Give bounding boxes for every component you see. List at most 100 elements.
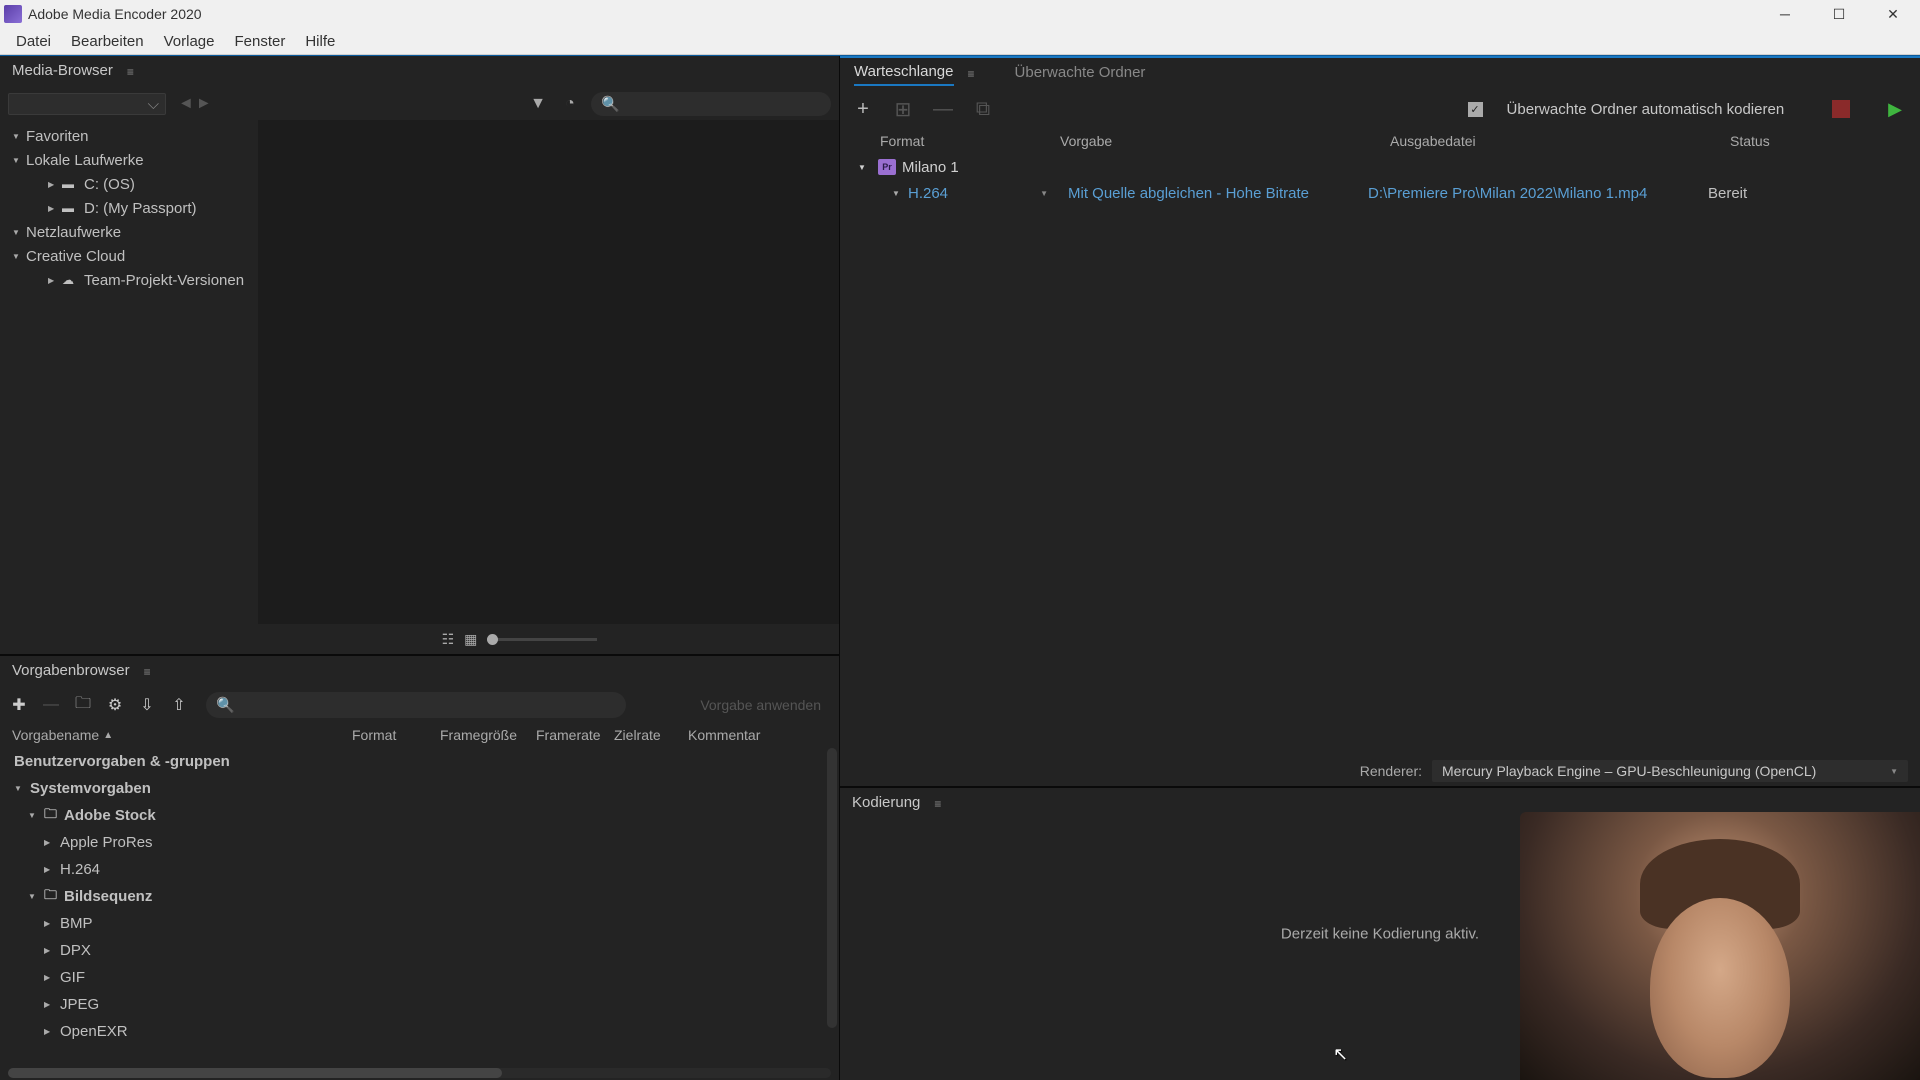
nav-back-icon[interactable]: ◄ [178, 95, 194, 113]
preset-openexr: ▶OpenEXR [0, 1018, 839, 1045]
renderer-dropdown[interactable]: Mercury Playback Engine – GPU-Beschleuni… [1432, 760, 1908, 782]
new-group-icon[interactable]: 🗀 [72, 692, 94, 719]
output-path[interactable]: D:\Premiere Pro\Milan 2022\Milano 1.mp4 [1368, 185, 1708, 202]
thumbnail-size-slider[interactable] [487, 638, 597, 641]
menu-window[interactable]: Fenster [224, 30, 295, 53]
media-browser-title[interactable]: Media-Browser [12, 62, 113, 82]
preset-h-scrollbar[interactable] [8, 1068, 831, 1078]
preset-jpeg: ▶JPEG [0, 991, 839, 1018]
export-preset-icon[interactable]: ⇧ [168, 695, 190, 715]
search-icon: 🔍 [601, 95, 620, 113]
preset-bmp: ▶BMP [0, 910, 839, 937]
premiere-icon: Pr [878, 159, 896, 175]
start-queue-button[interactable]: ▶ [1888, 99, 1902, 120]
menubar: Datei Bearbeiten Vorlage Fenster Hilfe [0, 28, 1920, 55]
header-framerate[interactable]: Framerate [536, 727, 614, 743]
header-status[interactable]: Status [1730, 133, 1850, 149]
panel-menu-icon[interactable]: ≡ [144, 665, 151, 679]
media-browser-content[interactable] [258, 120, 839, 624]
remove-button[interactable]: — [932, 98, 954, 121]
preset-adobe-stock: ▼🗀Adobe Stock [0, 802, 839, 829]
add-source-button[interactable]: + [852, 98, 874, 121]
media-browser-panel: Media-Browser ≡ ⌵ ◄ ► ▼ ◔ 🔍 [0, 56, 839, 656]
output-preset[interactable]: Mit Quelle abgleichen - Hohe Bitrate [1068, 185, 1368, 202]
tab-queue[interactable]: Warteschlange [854, 63, 954, 86]
preset-browser-title[interactable]: Vorgabenbrowser [12, 662, 130, 682]
preset-image-sequence: ▼🗀Bildsequenz [0, 883, 839, 910]
tree-creative-cloud[interactable]: Creative Cloud [0, 244, 258, 268]
header-name[interactable]: Vorgabename [12, 727, 99, 743]
tree-favorites[interactable]: Favoriten [0, 124, 258, 148]
titlebar: Adobe Media Encoder 2020 ─ ☐ ✕ [0, 0, 1920, 28]
search-icon: 🔍 [216, 696, 235, 714]
remove-preset-icon[interactable]: — [40, 696, 62, 714]
renderer-label: Renderer: [1360, 763, 1422, 779]
filter-icon[interactable]: ▼ [527, 93, 549, 115]
preset-system-group: ▼Systemvorgaben [0, 775, 839, 802]
webcam-overlay [1520, 812, 1920, 1080]
header-preset[interactable]: Vorgabe [1060, 133, 1390, 149]
apply-preset-button: Vorgabe anwenden [700, 697, 821, 713]
encoding-panel: Kodierung ≡ Derzeit keine Kodierung akti… [840, 788, 1920, 1080]
stop-queue-button[interactable] [1832, 100, 1850, 118]
nav-forward-icon[interactable]: ► [196, 95, 212, 113]
add-output-button[interactable]: ⊞ [892, 97, 914, 122]
menu-help[interactable]: Hilfe [295, 30, 345, 53]
duplicate-button[interactable]: ⧉ [972, 98, 994, 121]
header-format[interactable]: Format [352, 727, 440, 743]
auto-encode-label: Überwachte Ordner automatisch kodieren [1507, 101, 1785, 118]
media-browser-path-dropdown[interactable]: ⌵ [8, 93, 166, 115]
minimize-button[interactable]: ─ [1758, 0, 1812, 28]
header-framesize[interactable]: Framegröße [440, 727, 536, 743]
preset-scrollbar[interactable] [827, 748, 837, 1028]
output-status: Bereit [1708, 185, 1747, 202]
menu-preset[interactable]: Vorlage [154, 30, 225, 53]
preset-search[interactable]: 🔍 [206, 692, 626, 718]
panel-menu-icon[interactable]: ≡ [127, 65, 134, 79]
tab-watch-folders[interactable]: Überwachte Ordner [1015, 64, 1146, 85]
panel-menu-icon[interactable]: ≡ [968, 67, 975, 81]
preset-tree[interactable]: Benutzervorgaben & -gruppen ▼Systemvorga… [0, 748, 839, 1066]
queue-item[interactable]: ▼ Pr Milano 1 ▼ H.264▼ Mit Quelle abglei… [840, 154, 1920, 206]
header-bitrate[interactable]: Zielrate [614, 727, 688, 743]
preset-apple-prores: ▶Apple ProRes [0, 829, 839, 856]
import-preset-icon[interactable]: ⇩ [136, 695, 158, 715]
header-output[interactable]: Ausgabedatei [1390, 133, 1730, 149]
preset-gif: ▶GIF [0, 964, 839, 991]
menu-edit[interactable]: Bearbeiten [61, 30, 154, 53]
tree-drive-c[interactable]: ▬C: (OS) [0, 172, 258, 196]
tree-network[interactable]: Netzlaufwerke [0, 220, 258, 244]
app-icon [4, 5, 22, 23]
sort-icon[interactable]: ▲ [103, 730, 113, 741]
preset-dpx: ▶DPX [0, 937, 839, 964]
ingest-icon[interactable]: ◔ [559, 93, 581, 115]
header-comment[interactable]: Kommentar [688, 727, 760, 743]
tree-team-projects[interactable]: ☁Team-Projekt-Versionen [0, 268, 258, 292]
header-format[interactable]: Format [880, 133, 1060, 149]
thumbnail-view-icon[interactable]: ▦ [464, 631, 477, 648]
tree-drive-d[interactable]: ▬D: (My Passport) [0, 196, 258, 220]
menu-file[interactable]: Datei [6, 30, 61, 53]
close-button[interactable]: ✕ [1866, 0, 1920, 28]
queue-output-row[interactable]: ▼ H.264▼ Mit Quelle abgleichen - Hohe Bi… [858, 180, 1920, 206]
add-preset-icon[interactable]: ✚ [8, 695, 30, 715]
encoding-title[interactable]: Kodierung [852, 794, 920, 814]
app-title: Adobe Media Encoder 2020 [28, 6, 1758, 22]
preset-headers: Vorgabename ▲ Format Framegröße Framerate… [0, 722, 839, 748]
output-format[interactable]: H.264 [908, 185, 948, 202]
format-dropdown-icon[interactable]: ▼ [1040, 189, 1048, 198]
media-browser-tree[interactable]: Favoriten Lokale Laufwerke ▬C: (OS) ▬D: … [0, 120, 258, 624]
queue-panel: Warteschlange ≡ Überwachte Ordner + ⊞ — … [840, 58, 1920, 788]
list-view-icon[interactable]: ☷ [442, 631, 455, 648]
tree-local-drives[interactable]: Lokale Laufwerke [0, 148, 258, 172]
preset-user-group: Benutzervorgaben & -gruppen [0, 748, 839, 775]
queue-item-name: Milano 1 [902, 159, 959, 176]
queue-item-header[interactable]: ▼ Pr Milano 1 [858, 154, 1920, 180]
maximize-button[interactable]: ☐ [1812, 0, 1866, 28]
preset-h264: ▶H.264 [0, 856, 839, 883]
media-browser-search[interactable]: 🔍 [591, 92, 831, 116]
panel-menu-icon[interactable]: ≡ [934, 797, 941, 811]
auto-encode-checkbox[interactable]: ✓ [1468, 102, 1483, 117]
preset-settings-icon[interactable]: ⚙ [104, 695, 126, 715]
preset-browser-panel: Vorgabenbrowser ≡ ✚ — 🗀 ⚙ ⇩ ⇧ 🔍 Vorgabe … [0, 656, 839, 1080]
